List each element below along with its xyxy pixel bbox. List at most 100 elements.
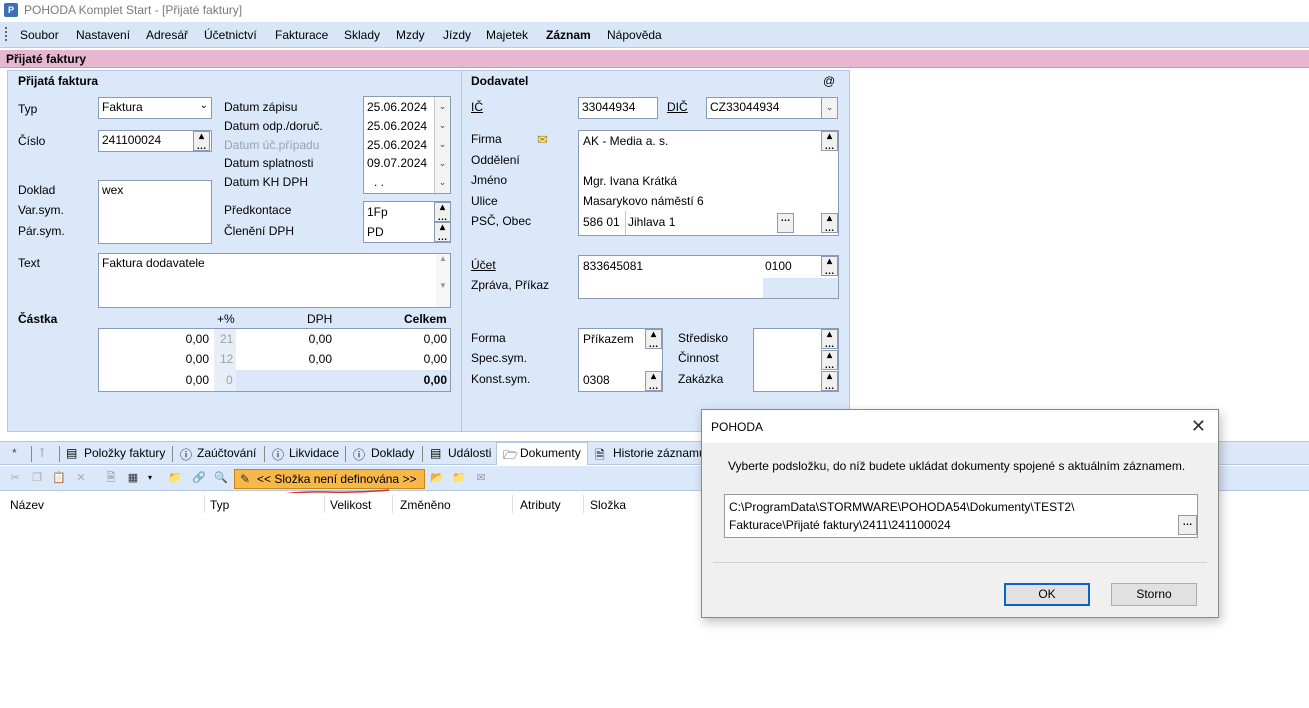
col-separator[interactable]	[512, 495, 513, 513]
ic-field[interactable]: 33044934	[578, 97, 658, 119]
datum-uc-field[interactable]: 25.06.2024	[367, 138, 427, 152]
tab-dokumenty-active[interactable]: 🗁 Dokumenty	[496, 442, 588, 465]
psc-field[interactable]: 586 01	[583, 215, 620, 229]
close-icon[interactable]: ✕	[1191, 416, 1206, 437]
address-book-icon[interactable]: ✉	[537, 132, 553, 147]
typ-select[interactable]: Faktura ⌄	[98, 97, 212, 119]
cinnost-spin-button[interactable]: ▴…	[821, 350, 838, 371]
ucet-field[interactable]: 833645081	[583, 259, 643, 273]
search-icon[interactable]: 🔍	[214, 471, 228, 485]
tab-star[interactable]: *	[12, 446, 17, 460]
folder-path-field[interactable]: C:\ProgramData\STORMWARE\POHODA54\Dokume…	[724, 494, 1198, 538]
datum-zapisu-field[interactable]: 25.06.2024	[367, 100, 427, 114]
cancel-button[interactable]: Storno	[1111, 583, 1197, 606]
browse-button[interactable]: …	[1178, 515, 1197, 535]
ok-button[interactable]: OK	[1004, 583, 1090, 606]
dic-field[interactable]: CZ33044934 ⌄	[706, 97, 838, 119]
total-21[interactable]: 0,00	[424, 332, 447, 346]
tab-doklady[interactable]: Doklady	[371, 446, 414, 460]
ulice-field[interactable]: Masarykovo náměstí 6	[583, 194, 704, 208]
ic-label[interactable]: IČ	[471, 100, 483, 114]
folder-button[interactable]: ✎ << Složka není definována >>	[234, 469, 425, 489]
tab-polozky[interactable]: Položky faktury	[84, 446, 165, 460]
banka-field[interactable]: 0100	[765, 259, 792, 273]
stredisko-spin-button[interactable]: ▴…	[821, 329, 838, 350]
jmeno-field[interactable]: Mgr. Ivana Krátká	[583, 174, 677, 188]
table-view-icon[interactable]: ▦	[126, 471, 140, 485]
menu-ucetnictvi[interactable]: Účetnictví	[204, 28, 257, 42]
base-21[interactable]: 0,00	[186, 332, 209, 346]
cut-icon[interactable]: ✂	[8, 471, 22, 485]
col-separator[interactable]	[204, 495, 205, 513]
datum-splat-field[interactable]: 09.07.2024	[367, 156, 427, 170]
tab-zauctovani[interactable]: Zaúčtování	[197, 446, 256, 460]
cislo-spin-button[interactable]: ▴…	[193, 131, 210, 152]
tab-udalosti[interactable]: Události	[448, 446, 491, 460]
firma-field[interactable]: AK - Media a. s.	[583, 134, 668, 148]
psc-spin-button[interactable]: ▴…	[821, 213, 838, 234]
menu-majetek[interactable]: Majetek	[486, 28, 528, 42]
filter-icon[interactable]: ⊺	[39, 446, 45, 460]
tab-likvidace[interactable]: Likvidace	[289, 446, 339, 460]
menu-adresar[interactable]: Adresář	[146, 28, 188, 42]
chevron-down-icon[interactable]: ⌄	[434, 173, 450, 193]
predkontace-spin-button[interactable]: ▴…	[434, 202, 450, 223]
forma-field[interactable]: Příkazem	[583, 332, 634, 346]
col-zmeneno[interactable]: Změněno	[400, 498, 451, 512]
copy-icon[interactable]: ❐	[30, 471, 44, 485]
menu-soubor[interactable]: Soubor	[20, 28, 59, 42]
obec-lookup-button[interactable]: …	[777, 213, 794, 233]
col-atributy[interactable]: Atributy	[520, 498, 561, 512]
vat-12[interactable]: 0,00	[309, 352, 332, 366]
menu-nastaveni[interactable]: Nastavení	[76, 28, 130, 42]
dic-label[interactable]: DIČ	[667, 100, 688, 114]
link-icon[interactable]: 🔗	[192, 471, 206, 485]
col-velikost[interactable]: Velikost	[330, 498, 371, 512]
menu-sklady[interactable]: Sklady	[344, 28, 380, 42]
base-12[interactable]: 0,00	[186, 352, 209, 366]
col-separator[interactable]	[583, 495, 584, 513]
vat-21[interactable]: 0,00	[309, 332, 332, 346]
chevron-down-icon[interactable]: ⌄	[434, 97, 450, 116]
col-typ[interactable]: Typ	[210, 498, 229, 512]
col-separator[interactable]	[324, 495, 325, 513]
tab-historie[interactable]: Historie záznamu	[613, 446, 706, 460]
new-folder-icon[interactable]: 📁	[452, 471, 466, 485]
text-field[interactable]: Faktura dodavatele ▲ ▼	[98, 253, 451, 308]
open-folder-icon[interactable]: 📁	[168, 471, 182, 485]
cleneni-spin-button[interactable]: ▴…	[434, 222, 450, 242]
menu-fakturace[interactable]: Fakturace	[275, 28, 328, 42]
email-icon[interactable]: ✉	[474, 471, 488, 485]
delete-icon[interactable]: ✕	[74, 471, 88, 485]
total-12[interactable]: 0,00	[424, 352, 447, 366]
base-0[interactable]: 0,00	[186, 373, 209, 387]
zakazka-spin-button[interactable]: ▴…	[821, 371, 838, 391]
chevron-down-icon[interactable]: ⌄	[434, 116, 450, 135]
menu-mzdy[interactable]: Mzdy	[396, 28, 425, 42]
view-dropdown-icon[interactable]: ▾	[143, 471, 157, 485]
ucet-spin-button[interactable]: ▴…	[821, 256, 838, 277]
paste-icon[interactable]: 📋	[52, 471, 66, 485]
document-settings-icon[interactable]: 🗎	[104, 471, 118, 485]
predkontace-field[interactable]: 1Fp	[367, 205, 388, 219]
chevron-down-icon[interactable]: ⌄	[434, 135, 450, 154]
cleneni-field[interactable]: PD	[367, 225, 384, 239]
menu-jizdy[interactable]: Jízdy	[443, 28, 471, 42]
menu-napoveda[interactable]: Nápověda	[607, 28, 662, 42]
datum-odp-field[interactable]: 25.06.2024	[367, 119, 427, 133]
konstsym-field[interactable]: 0308	[583, 373, 610, 387]
col-separator[interactable]	[392, 495, 393, 513]
firma-spin-button[interactable]: ▴…	[821, 131, 838, 152]
at-icon[interactable]: @	[823, 74, 835, 88]
col-slozka[interactable]: Složka	[590, 498, 626, 512]
obec-field[interactable]: Jihlava 1	[628, 215, 675, 229]
chevron-down-icon[interactable]: ⌄	[821, 98, 837, 118]
doklad-field[interactable]: wex	[98, 180, 212, 244]
datum-kh-field[interactable]: . .	[374, 175, 384, 189]
folder-up-icon[interactable]: 📂	[430, 471, 444, 485]
ucet-label[interactable]: Účet	[471, 258, 496, 272]
forma-spin-button[interactable]: ▴…	[645, 329, 662, 350]
col-nazev[interactable]: Název	[10, 498, 44, 512]
konstsym-spin-button[interactable]: ▴…	[645, 371, 662, 391]
text-scrollbar[interactable]: ▲ ▼	[436, 254, 450, 307]
